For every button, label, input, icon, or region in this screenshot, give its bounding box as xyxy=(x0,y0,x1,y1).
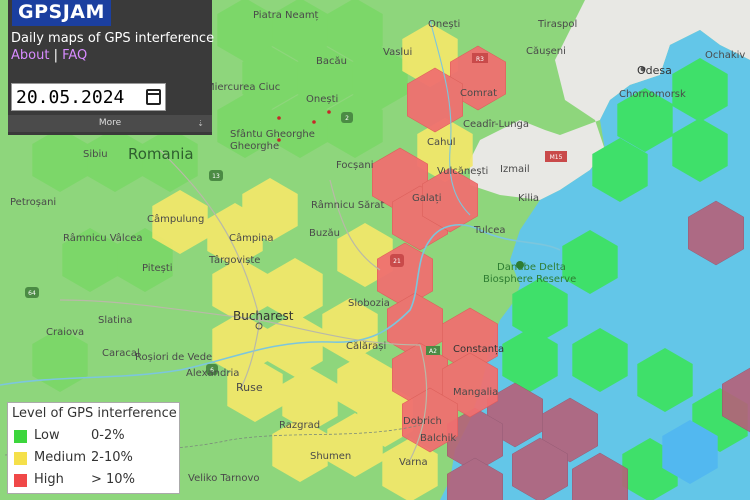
label-galati: Galați xyxy=(412,193,441,204)
legend: Level of GPS interference Low 0-2% Mediu… xyxy=(7,402,180,494)
link-separator: | xyxy=(53,48,58,63)
tagline: Daily maps of GPS interference xyxy=(11,31,215,46)
legend-range-high: > 10% xyxy=(91,472,135,487)
label-chornomorsk: Chornomorsk xyxy=(619,89,686,100)
label-sfantu-gheorghe: Sfântu Gheorghe xyxy=(230,128,315,140)
date-input[interactable]: 20.05.2024 xyxy=(11,83,166,111)
svg-text:A2: A2 xyxy=(429,348,437,355)
label-odesa: Odesa xyxy=(637,64,672,77)
label-ramnicu-sarat: Râmnicu Sărat xyxy=(311,199,384,211)
app-logo[interactable]: GPSJAM xyxy=(12,0,111,26)
label-bacau: Bacău xyxy=(316,56,347,67)
label-biosphere-reserve: Biosphere Reserve xyxy=(483,274,576,285)
control-panel: GPSJAM Daily maps of GPS interference Ab… xyxy=(8,0,215,135)
label-dobrich: Dobrich xyxy=(403,416,442,427)
legend-label-high: High xyxy=(34,472,64,487)
svg-text:2: 2 xyxy=(345,115,349,122)
label-mangalia: Mangalia xyxy=(453,387,498,398)
legend-item-medium: Medium 2-10% xyxy=(12,450,177,466)
label-shumen: Shumen xyxy=(310,451,351,462)
label-varna: Varna xyxy=(399,457,428,468)
label-slobozia: Slobozia xyxy=(348,298,390,309)
legend-label-medium: Medium xyxy=(34,450,86,465)
svg-text:64: 64 xyxy=(28,290,36,297)
label-veliko-tarnovo: Veliko Tarnovo xyxy=(188,473,260,484)
legend-item-high: High > 10% xyxy=(12,472,177,488)
label-kilia: Kilia xyxy=(518,193,539,204)
label-ochakiv: Ochakiv xyxy=(705,50,745,61)
label-buzau: Buzău xyxy=(309,228,340,239)
label-tiraspol: Tiraspol xyxy=(537,19,577,30)
legend-item-low: Low 0-2% xyxy=(12,428,177,444)
label-ceadir-lunga: Ceadîr-Lunga xyxy=(463,118,529,130)
svg-text:13: 13 xyxy=(212,173,220,180)
label-ruse: Ruse xyxy=(236,381,263,394)
label-miercurea-ciuc: Miercurea Ciuc xyxy=(206,82,280,93)
legend-label-low: Low xyxy=(34,428,60,443)
label-focsani: Focșani xyxy=(336,160,373,171)
label-craiova: Craiova xyxy=(46,327,84,338)
legend-range-low: 0-2% xyxy=(91,428,125,443)
label-vulcanesti: Vulcănești xyxy=(437,166,488,177)
label-izmail: Izmail xyxy=(500,164,530,175)
label-cahul: Cahul xyxy=(427,137,456,148)
faq-link[interactable]: FAQ xyxy=(62,48,87,63)
legend-swatch-low xyxy=(14,430,27,443)
label-onesti: Onești xyxy=(306,94,338,105)
label-country-romania: Romania xyxy=(128,145,194,163)
svg-text:R3: R3 xyxy=(476,56,484,63)
date-value: 20.05.2024 xyxy=(16,87,125,108)
label-petrosani: Petroșani xyxy=(10,197,56,208)
label-causeni: Căușeni xyxy=(526,46,566,57)
label-tulcea: Tulcea xyxy=(473,225,505,236)
label-pitesti: Pitești xyxy=(142,263,173,274)
legend-swatch-high xyxy=(14,474,27,487)
legend-title: Level of GPS interference xyxy=(12,406,177,421)
label-balchik: Balchik xyxy=(420,433,456,444)
label-bucharest: Bucharest xyxy=(233,309,294,323)
label-ramnicu-valcea: Râmnicu Vâlcea xyxy=(63,232,142,244)
info-links: About | FAQ xyxy=(11,48,87,63)
label-danube-delta: Danube Delta xyxy=(497,262,566,273)
label-campina: Câmpina xyxy=(229,232,273,244)
label-vaslui: Vaslui xyxy=(383,47,412,58)
svg-text:21: 21 xyxy=(393,258,401,265)
label-rosiori: Roșiori de Vede xyxy=(135,352,212,363)
label-calarasi: Călărași xyxy=(346,341,386,352)
label-sibiu: Sibiu xyxy=(83,149,108,160)
label-alexandria: Alexandria xyxy=(186,368,239,379)
more-label: More xyxy=(98,118,122,128)
label-targoviste: Târgoviște xyxy=(208,254,260,266)
calendar-icon[interactable] xyxy=(146,89,161,105)
label-constanta: Constanța xyxy=(453,344,504,355)
label-piatra-neamt: Piatra Neamț xyxy=(253,10,319,21)
label-campulung: Câmpulung xyxy=(147,213,204,225)
label-comrat: Comrat xyxy=(460,88,497,99)
label-onesti-north: Onești xyxy=(428,19,460,30)
more-button[interactable]: More ⇣ xyxy=(8,115,212,132)
legend-range-medium: 2-10% xyxy=(91,450,133,465)
about-link[interactable]: About xyxy=(11,48,49,63)
chevron-down-icon: ⇣ xyxy=(197,119,204,128)
label-slatina: Slatina xyxy=(98,315,132,326)
label-razgrad: Razgrad xyxy=(279,420,320,431)
legend-swatch-medium xyxy=(14,452,27,465)
label-sfantu-gheorghe-2: Gheorghe xyxy=(230,141,279,152)
svg-text:M15: M15 xyxy=(550,154,563,161)
